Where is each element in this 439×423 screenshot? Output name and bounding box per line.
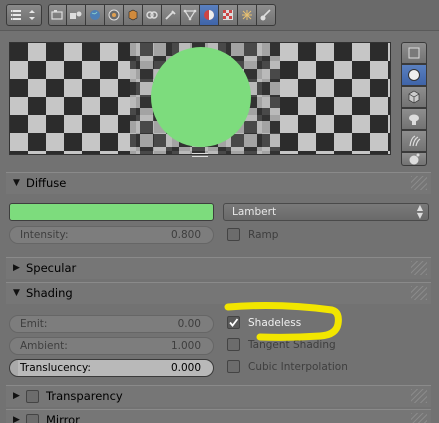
texture-tab[interactable] <box>219 4 238 26</box>
physics-tab[interactable] <box>257 4 276 26</box>
collapsed-triangle-icon: ▶ <box>13 415 20 423</box>
diffuse-intensity-field[interactable]: Intensity: 0.800 <box>9 226 214 244</box>
ramp-checkbox[interactable] <box>227 228 240 241</box>
intensity-label: Intensity: <box>20 229 69 241</box>
object-icon <box>108 9 120 21</box>
render-tab[interactable] <box>48 4 67 26</box>
world-icon <box>90 10 100 20</box>
material-tab[interactable] <box>200 4 219 26</box>
panel-drag-handle[interactable] <box>411 286 427 300</box>
translucency-field[interactable]: Translucency: 0.000 <box>9 359 214 377</box>
particles-icon <box>242 10 252 20</box>
data-icon <box>165 10 176 20</box>
preview-hair-button[interactable] <box>401 130 427 152</box>
ambient-value: 1.000 <box>170 340 201 352</box>
constraints-tab[interactable] <box>124 4 143 26</box>
shading-panel-title: Shading <box>26 286 73 300</box>
panel-drag-handle[interactable] <box>411 389 427 403</box>
data-tab[interactable] <box>162 4 181 26</box>
translucency-label: Translucency: <box>20 362 91 374</box>
modifiers-icon <box>146 11 158 19</box>
particles-tab[interactable] <box>238 4 257 26</box>
ramp-label: Ramp <box>248 229 279 241</box>
diffuse-panel-header[interactable]: ▼ Diffuse <box>6 172 431 194</box>
sphere-preview-icon <box>408 69 420 81</box>
preview-sphere <box>151 47 251 147</box>
ambient-field[interactable]: Ambient: 1.000 <box>9 337 214 355</box>
diffuse-color-swatch[interactable] <box>9 203 214 221</box>
properties-editor-icon <box>11 10 35 20</box>
editor-type-button[interactable] <box>6 4 42 26</box>
preview-sky-button[interactable] <box>401 152 427 166</box>
emit-value: 0.00 <box>177 318 201 330</box>
world-tab[interactable] <box>86 4 105 26</box>
diffuse-shader-select[interactable]: Lambert ▲ ▼ <box>223 203 429 221</box>
hair-preview-icon <box>409 135 421 147</box>
cubic-interpolation-checkbox[interactable] <box>227 360 240 373</box>
sphere-sky-preview-icon <box>409 153 420 165</box>
transparency-checkbox[interactable] <box>26 390 39 403</box>
diffuse-panel-title: Diffuse <box>26 176 67 190</box>
panel-drag-handle[interactable] <box>411 261 427 275</box>
properties-header <box>0 0 439 31</box>
select-arrows-icon: ▲ ▼ <box>416 203 423 220</box>
constraints-icon <box>128 9 138 21</box>
object-tab[interactable] <box>105 4 124 26</box>
mirror-panel-title: Mirror <box>46 413 80 423</box>
highlight-annotation <box>224 302 342 341</box>
transparency-panel-title: Transparency <box>46 389 123 403</box>
diffuse-shader-value: Lambert <box>232 206 277 218</box>
texture-icon <box>223 10 233 20</box>
modifiers-tab[interactable] <box>143 4 162 26</box>
preview-resize-handle[interactable] <box>192 151 208 159</box>
mirror-panel-header[interactable]: ▶ Mirror <box>6 409 431 423</box>
vertex-icon <box>183 9 197 21</box>
preview-flat-button[interactable] <box>401 42 427 64</box>
render-icon <box>50 10 63 20</box>
material-preview <box>9 42 391 155</box>
scene-tab[interactable] <box>67 4 86 26</box>
preview-sphere-button[interactable] <box>401 64 427 86</box>
specular-panel-title: Specular <box>26 261 77 275</box>
emit-field[interactable]: Emit: 0.00 <box>9 315 214 333</box>
preview-cube-button[interactable] <box>401 86 427 108</box>
panel-drag-handle[interactable] <box>411 176 427 190</box>
intensity-value: 0.800 <box>170 229 201 241</box>
expanded-triangle-icon: ▼ <box>13 178 20 188</box>
flat-preview-icon <box>408 47 420 59</box>
translucency-value: 0.000 <box>170 362 201 374</box>
collapsed-triangle-icon: ▶ <box>13 263 20 273</box>
cubic-interpolation-label: Cubic Interpolation <box>248 361 348 373</box>
panel-drag-handle[interactable] <box>411 413 427 423</box>
shading-panel-header[interactable]: ▼ Shading <box>6 282 431 304</box>
cube-preview-icon <box>408 90 420 104</box>
expanded-triangle-icon: ▼ <box>13 288 20 298</box>
mirror-checkbox[interactable] <box>26 414 39 423</box>
preview-monkey-button[interactable] <box>401 108 427 130</box>
specular-panel-header[interactable]: ▶ Specular <box>6 257 431 279</box>
checker-background <box>10 43 390 154</box>
scene-icon <box>70 11 82 19</box>
context-tabs <box>48 4 276 26</box>
collapsed-triangle-icon: ▶ <box>13 391 20 401</box>
ambient-label: Ambient: <box>20 340 68 352</box>
emit-label: Emit: <box>20 318 48 330</box>
monkey-preview-icon <box>409 114 419 125</box>
physics-icon <box>260 9 271 21</box>
material-icon <box>204 10 214 20</box>
transparency-panel-header[interactable]: ▶ Transparency <box>6 385 431 407</box>
vertex-data-tab[interactable] <box>181 4 200 26</box>
